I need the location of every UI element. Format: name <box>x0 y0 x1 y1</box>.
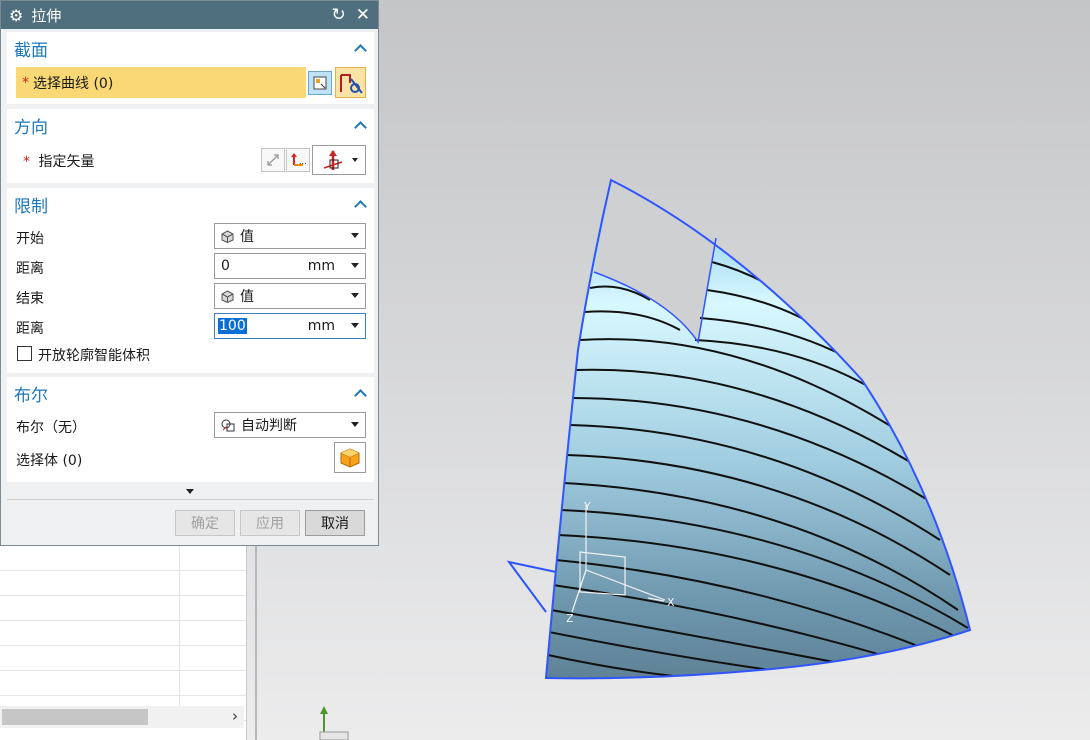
vector-type-dropdown[interactable] <box>312 145 366 175</box>
more-options-toggle[interactable] <box>7 485 374 500</box>
ok-button[interactable]: 确定 <box>175 510 235 536</box>
chevron-down-icon <box>352 158 358 162</box>
curve-select-icon[interactable] <box>335 67 366 98</box>
direction-group: 方向 * 指定矢量 ... <box>7 109 374 183</box>
start-distance-unit: mm <box>307 258 335 274</box>
value-cube-icon <box>221 229 234 243</box>
table-row <box>0 671 246 696</box>
chevron-down-icon[interactable] <box>351 263 359 268</box>
chevron-down-icon <box>351 293 359 298</box>
section-group: 截面 * 选择曲线 (0) <box>7 32 374 104</box>
dialog-title: 拉伸 <box>31 6 62 25</box>
end-label: 结束 <box>16 291 44 307</box>
boolean-title: 布尔 <box>14 385 48 406</box>
start-distance-label: 距离 <box>16 261 44 277</box>
table-row <box>0 546 246 571</box>
chevron-down-icon[interactable] <box>186 489 194 494</box>
section-title: 截面 <box>14 40 48 61</box>
select-curve-row[interactable]: * 选择曲线 (0) <box>16 67 306 98</box>
required-marker: * <box>23 154 30 170</box>
panel-divider <box>255 546 257 740</box>
table-row <box>0 621 246 646</box>
select-curve-label: 选择曲线 (0) <box>33 75 114 92</box>
svg-text:...: ... <box>299 157 307 166</box>
end-distance-label: 距离 <box>16 321 44 337</box>
collapse-section-icon[interactable] <box>354 41 368 55</box>
triad-y-label: Y <box>583 500 591 513</box>
collapse-boolean-icon[interactable] <box>354 386 368 400</box>
dialog-titlebar[interactable]: ⚙ 拉伸 ↻ ✕ <box>1 1 378 29</box>
limits-group: 限制 开始 值 距离 0 mm 结束 值 距离 100 mm 开放轮廓智能体积 <box>7 188 374 373</box>
reverse-direction-icon[interactable] <box>261 148 285 172</box>
open-profile-checkbox[interactable] <box>17 346 32 361</box>
chevron-down-icon <box>351 422 359 427</box>
direction-title: 方向 <box>14 117 48 138</box>
triad-z-label: Z <box>566 612 574 625</box>
reset-icon[interactable]: ↻ <box>332 5 346 25</box>
boolean-label: 布尔（无） <box>16 420 86 436</box>
select-body-label: 选择体 (0) <box>16 453 83 469</box>
sketch-section-icon[interactable] <box>308 71 332 95</box>
chevron-down-icon <box>351 233 359 238</box>
start-label: 开始 <box>16 231 44 247</box>
cancel-button[interactable]: 取消 <box>305 510 365 536</box>
start-distance-field[interactable]: 0 mm <box>214 253 366 279</box>
limits-title: 限制 <box>14 196 48 217</box>
required-marker: * <box>22 74 29 91</box>
end-distance-unit: mm <box>307 318 335 334</box>
end-type-value: 值 <box>240 289 254 305</box>
value-cube-icon <box>221 289 234 303</box>
table-row <box>0 596 246 621</box>
end-distance-value[interactable]: 100 <box>218 318 247 334</box>
end-type-select[interactable]: 值 <box>214 283 366 309</box>
start-type-value: 值 <box>240 229 254 245</box>
boolean-type-value: 自动判断 <box>241 418 297 434</box>
vector-row[interactable]: * 指定矢量 <box>23 151 94 171</box>
start-type-select[interactable]: 值 <box>214 223 366 249</box>
scrollbar-thumb[interactable] <box>2 709 148 725</box>
vector-dialog-icon[interactable]: ... <box>286 148 310 172</box>
collapse-limits-icon[interactable] <box>354 197 368 211</box>
chevron-down-icon[interactable] <box>351 323 359 328</box>
scroll-right-icon[interactable]: › <box>232 707 238 725</box>
horizontal-scrollbar[interactable]: › <box>0 706 244 728</box>
table-row <box>0 646 246 671</box>
close-icon[interactable]: ✕ <box>356 5 370 25</box>
boolean-group: 布尔 布尔（无） 自动判断 选择体 (0) <box>7 377 374 482</box>
extrude-dialog: ⚙ 拉伸 ↻ ✕ 截面 * 选择曲线 (0) 方向 * 指定矢量 ... 限制 … <box>0 0 379 546</box>
open-profile-label: 开放轮廓智能体积 <box>38 348 150 364</box>
auto-infer-icon <box>221 418 235 432</box>
collapse-direction-icon[interactable] <box>354 118 368 132</box>
origin-axis-icon <box>319 706 349 740</box>
apply-button[interactable]: 应用 <box>240 510 300 536</box>
table-row <box>0 571 246 596</box>
select-body-icon[interactable] <box>334 442 366 473</box>
extruded-surface[interactable] <box>506 178 972 680</box>
triad-x-label: X <box>667 596 675 609</box>
vector-label: 指定矢量 <box>38 154 95 170</box>
end-distance-field[interactable]: 100 mm <box>214 313 366 339</box>
boolean-type-select[interactable]: 自动判断 <box>214 412 366 438</box>
start-distance-value[interactable]: 0 <box>221 258 230 274</box>
gear-icon[interactable]: ⚙ <box>9 6 23 25</box>
